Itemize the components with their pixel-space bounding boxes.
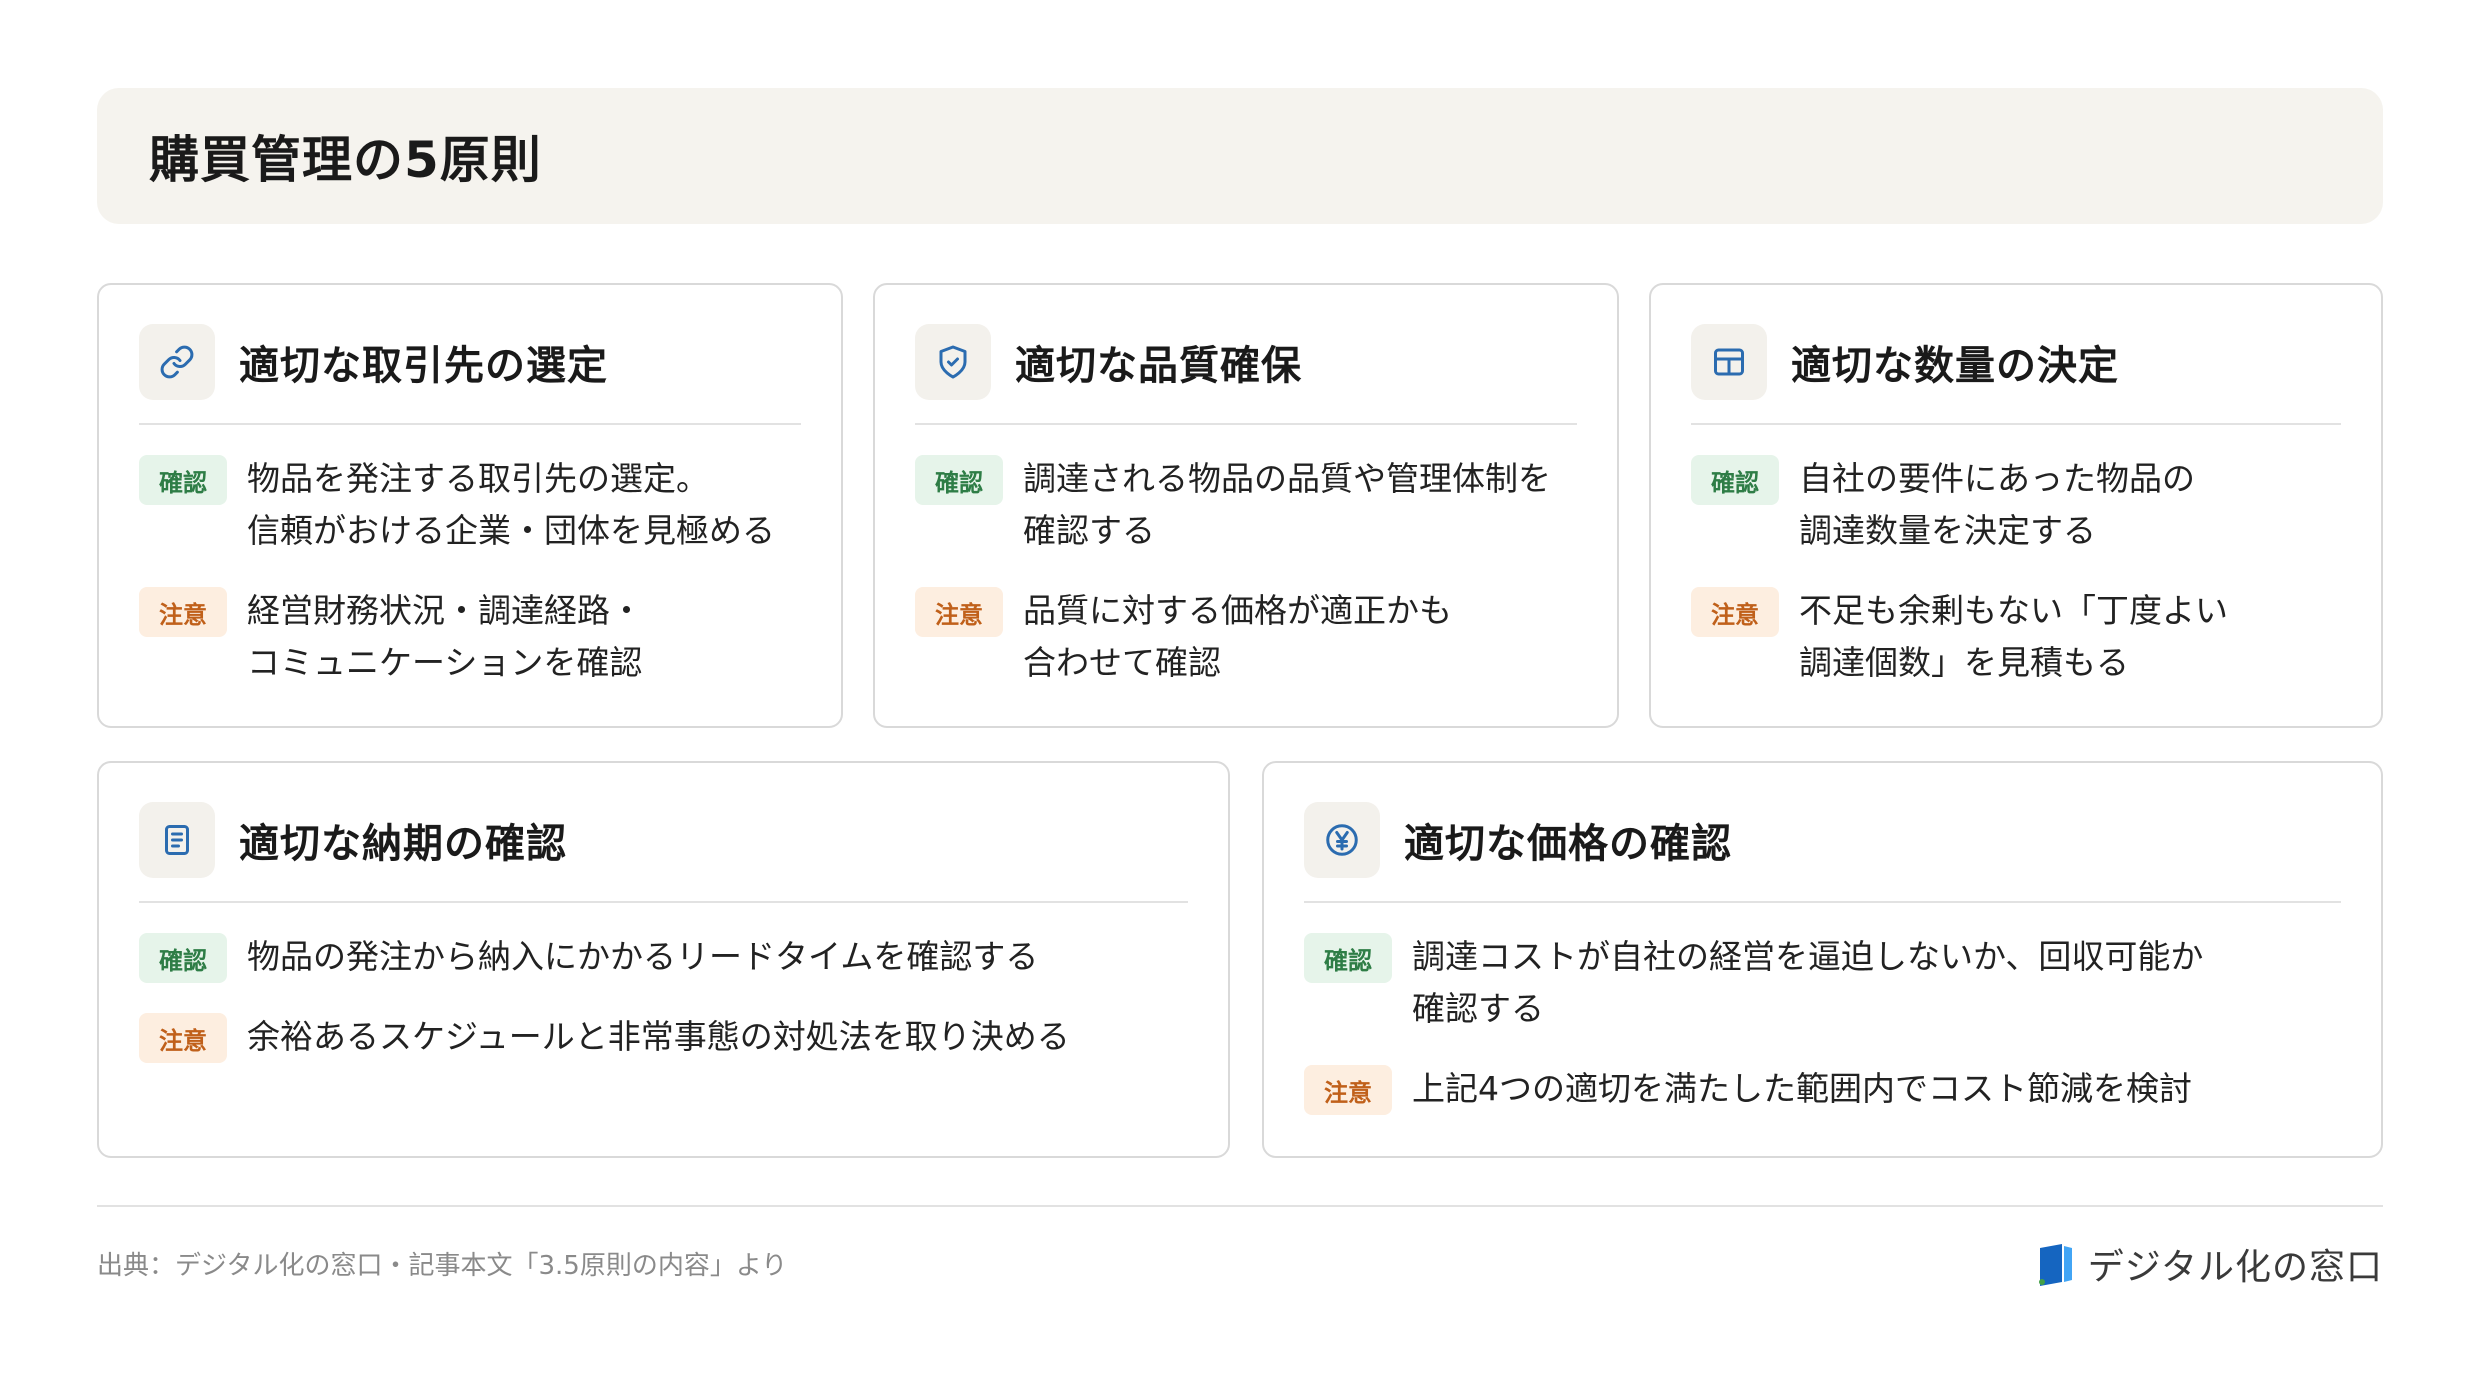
confirm-badge: 確認 [1691, 455, 1779, 505]
brand-mark-icon [2038, 1244, 2072, 1286]
divider [1304, 901, 2341, 903]
confirm-text: 自社の要件にあった物品の 調達数量を決定する [1799, 459, 2195, 550]
divider [139, 423, 801, 425]
principle-card-price: 適切な価格の確認 確認 調達コストが自社の経営を逼迫しないか、回収可能か 確認す… [1262, 761, 2383, 1158]
caution-row: 注意 不足も余剰もない「丁度よい 調達個数」を見積もる [1691, 585, 2341, 689]
divider [139, 901, 1188, 903]
caution-badge: 注意 [1304, 1065, 1392, 1115]
principle-card-quality: 適切な品質確保 確認 調達される物品の品質や管理体制を 確認する 注意 品質に対… [873, 283, 1619, 728]
confirm-badge: 確認 [915, 455, 1003, 505]
caution-badge: 注意 [1691, 587, 1779, 637]
confirm-row: 確認 調達コストが自社の経営を逼迫しないか、回収可能か 確認する [1304, 931, 2341, 1035]
caution-row: 注意 上記4つの適切を満たした範囲内でコスト節減を検討 [1304, 1063, 2341, 1115]
caution-text: 余裕あるスケジュールと非常事態の対処法を取り決める [247, 1017, 1070, 1056]
caution-badge: 注意 [915, 587, 1003, 637]
shield-check-icon [915, 324, 991, 400]
caution-text: 上記4つの適切を満たした範囲内でコスト節減を検討 [1412, 1069, 2192, 1108]
confirm-row: 確認 物品を発注する取引先の選定。 信頼がおける企業・団体を見極める [139, 453, 801, 557]
confirm-row: 確認 自社の要件にあった物品の 調達数量を決定する [1691, 453, 2341, 557]
link-icon [139, 324, 215, 400]
source-note: 出典：デジタル化の窓口・記事本文「3.5原則の内容」より [97, 1251, 788, 1281]
divider [1691, 423, 2341, 425]
yen-circle-icon [1304, 802, 1380, 878]
principle-card-supplier: 適切な取引先の選定 確認 物品を発注する取引先の選定。 信頼がおける企業・団体を… [97, 283, 843, 728]
card-title: 適切な価格の確認 [1404, 821, 1732, 867]
page-header: 購買管理の5原則 [97, 88, 2383, 224]
confirm-badge: 確認 [139, 933, 227, 983]
confirm-badge: 確認 [139, 455, 227, 505]
confirm-text: 物品の発注から納入にかかるリードタイムを確認する [247, 937, 1039, 976]
confirm-text: 調達される物品の品質や管理体制を 確認する [1023, 459, 1551, 550]
caution-badge: 注意 [139, 1013, 227, 1063]
caution-text: 不足も余剰もない「丁度よい 調達個数」を見積もる [1799, 591, 2228, 682]
card-title: 適切な品質確保 [1015, 343, 1302, 389]
footer-divider [97, 1205, 2383, 1207]
caution-row: 注意 品質に対する価格が適正かも 合わせて確認 [915, 585, 1577, 689]
confirm-text: 調達コストが自社の経営を逼迫しないか、回収可能か 確認する [1412, 937, 2204, 1028]
card-title: 適切な納期の確認 [239, 821, 567, 867]
grid-table-icon [1691, 324, 1767, 400]
brand-name: デジタル化の窓口 [2087, 1247, 2383, 1288]
principle-card-delivery: 適切な納期の確認 確認 物品の発注から納入にかかるリードタイムを確認する 注意 … [97, 761, 1230, 1158]
caution-row: 注意 余裕あるスケジュールと非常事態の対処法を取り決める [139, 1011, 1188, 1063]
brand-logo: デジタル化の窓口 [2036, 1238, 2383, 1290]
confirm-badge: 確認 [1304, 933, 1392, 983]
document-icon [139, 802, 215, 878]
confirm-row: 確認 物品の発注から納入にかかるリードタイムを確認する [139, 931, 1188, 983]
caution-row: 注意 経営財務状況・調達経路・ コミュニケーションを確認 [139, 585, 801, 689]
card-title: 適切な数量の決定 [1791, 343, 2119, 389]
page-title: 購買管理の5原則 [149, 131, 542, 189]
confirm-row: 確認 調達される物品の品質や管理体制を 確認する [915, 453, 1577, 557]
caution-text: 品質に対する価格が適正かも 合わせて確認 [1023, 591, 1452, 682]
card-title: 適切な取引先の選定 [239, 343, 608, 389]
divider [915, 423, 1577, 425]
principle-card-quantity: 適切な数量の決定 確認 自社の要件にあった物品の 調達数量を決定する 注意 不足… [1649, 283, 2383, 728]
caution-badge: 注意 [139, 587, 227, 637]
caution-text: 経営財務状況・調達経路・ コミュニケーションを確認 [247, 591, 643, 682]
confirm-text: 物品を発注する取引先の選定。 信頼がおける企業・団体を見極める [247, 459, 775, 550]
